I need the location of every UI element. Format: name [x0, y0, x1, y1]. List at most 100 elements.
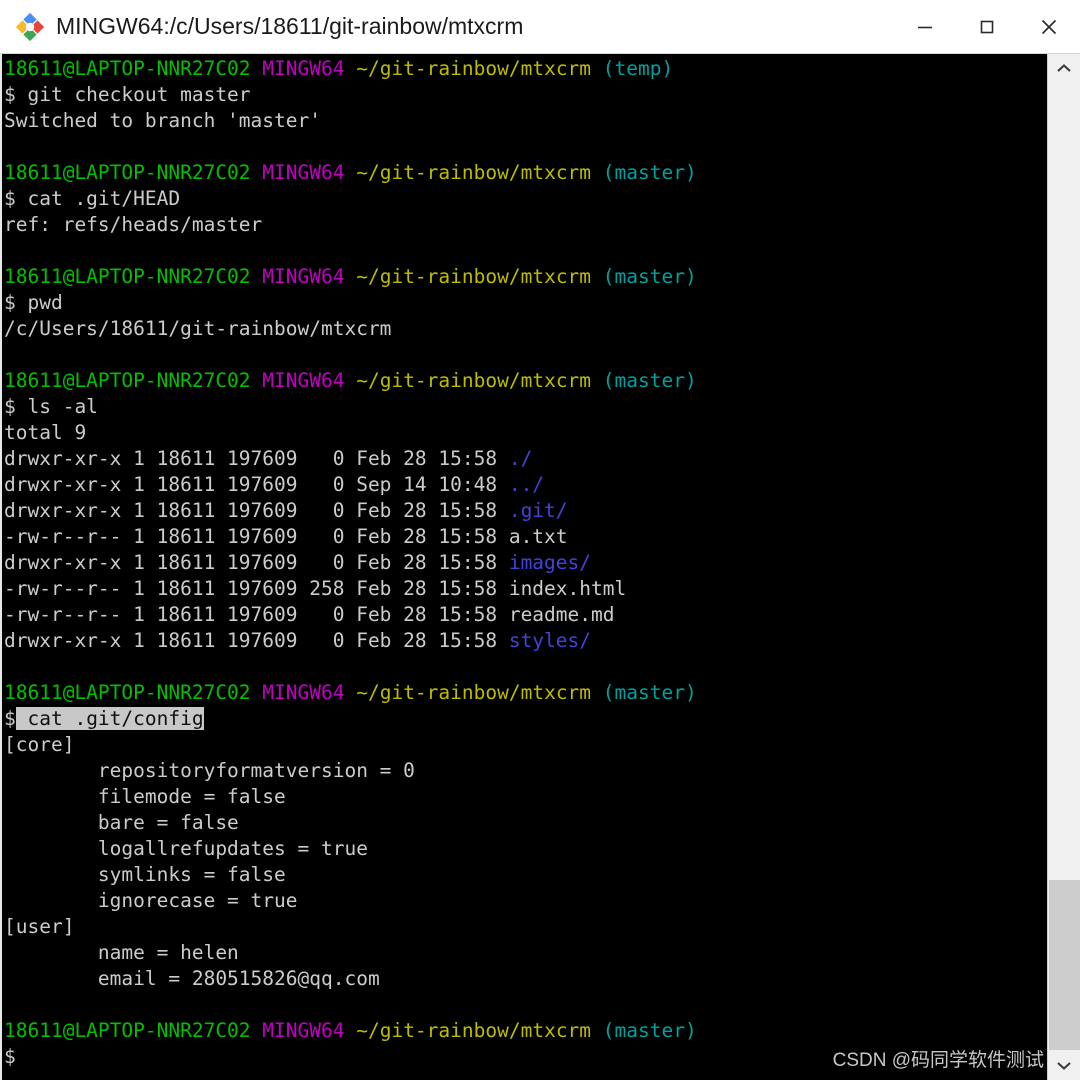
prompt-sigil: $ — [4, 707, 16, 730]
file-listing-row: -rw-r--r-- 1 18611 197609 0 Feb 28 15:58… — [4, 602, 697, 628]
terminal-output-area[interactable]: 18611@LAPTOP-NNR27C02 MINGW64 ~/git-rain… — [0, 54, 1047, 1080]
file-meta: drwxr-xr-x 1 18611 197609 0 Feb 28 15:58 — [4, 551, 509, 574]
file-name: readme.md — [508, 603, 615, 626]
command-line[interactable]: $ — [4, 1044, 697, 1070]
shell-prompt-line: 18611@LAPTOP-NNR27C02 MINGW64 ~/git-rain… — [4, 264, 697, 290]
output-line: bare = false — [4, 810, 697, 836]
prompt-branch: (master) — [602, 1019, 697, 1042]
vertical-scrollbar[interactable] — [1047, 54, 1080, 1080]
command-text: $ pwd — [4, 291, 63, 314]
command-text: $ — [4, 1045, 16, 1068]
chevron-down-icon[interactable] — [1048, 1050, 1080, 1080]
file-listing-row: drwxr-xr-x 1 18611 197609 0 Sep 14 10:48… — [4, 472, 697, 498]
output-text: [core] — [4, 733, 75, 756]
file-meta: drwxr-xr-x 1 18611 197609 0 Feb 28 15:58 — [4, 629, 509, 652]
shell-prompt-line: 18611@LAPTOP-NNR27C02 MINGW64 ~/git-rain… — [4, 368, 697, 394]
output-text: filemode = false — [4, 785, 286, 808]
selected-command-text: cat .git/config — [15, 707, 204, 730]
output-line: total 9 — [4, 420, 697, 446]
command-text: $ git checkout master — [4, 83, 251, 106]
command-line[interactable]: $ pwd — [4, 290, 697, 316]
prompt-shell: MINGW64 — [262, 161, 345, 184]
close-button[interactable] — [1018, 0, 1080, 53]
output-line: ignorecase = true — [4, 888, 697, 914]
output-line: filemode = false — [4, 784, 697, 810]
prompt-branch: (master) — [602, 265, 697, 288]
shell-prompt-line: 18611@LAPTOP-NNR27C02 MINGW64 ~/git-rain… — [4, 160, 697, 186]
output-text: ref: refs/heads/master — [4, 213, 263, 236]
file-meta: drwxr-xr-x 1 18611 197609 0 Feb 28 15:58 — [4, 499, 509, 522]
output-text: email = 280515826@qq.com — [4, 967, 380, 990]
terminal-window: MINGW64:/c/Users/18611/git-rainbow/mtxcr… — [0, 0, 1080, 1080]
prompt-user-host: 18611@LAPTOP-NNR27C02 — [4, 161, 251, 184]
file-name: index.html — [508, 577, 627, 600]
output-line: Switched to branch 'master' — [4, 108, 697, 134]
maximize-button[interactable] — [956, 0, 1018, 53]
prompt-branch: (master) — [602, 161, 697, 184]
file-meta: -rw-r--r-- 1 18611 197609 0 Feb 28 15:58 — [4, 525, 509, 548]
prompt-shell: MINGW64 — [262, 265, 345, 288]
chevron-up-icon[interactable] — [1048, 54, 1080, 84]
window-controls — [894, 0, 1080, 53]
file-meta: drwxr-xr-x 1 18611 197609 0 Sep 14 10:48 — [4, 473, 509, 496]
output-line: email = 280515826@qq.com — [4, 966, 697, 992]
command-line[interactable]: $ ls -al — [4, 394, 697, 420]
command-line[interactable]: $ cat .git/HEAD — [4, 186, 697, 212]
prompt-branch: (master) — [602, 369, 697, 392]
file-listing-row: -rw-r--r-- 1 18611 197609 0 Feb 28 15:58… — [4, 524, 697, 550]
file-name: .git/ — [508, 499, 568, 522]
file-meta: -rw-r--r-- 1 18611 197609 258 Feb 28 15:… — [4, 577, 509, 600]
file-listing-row: drwxr-xr-x 1 18611 197609 0 Feb 28 15:58… — [4, 550, 697, 576]
file-listing-row: drwxr-xr-x 1 18611 197609 0 Feb 28 15:58… — [4, 498, 697, 524]
prompt-path: ~/git-rainbow/mtxcrm — [356, 161, 592, 184]
prompt-user-host: 18611@LAPTOP-NNR27C02 — [4, 265, 251, 288]
prompt-branch: (master) — [602, 681, 697, 704]
output-text: Switched to branch 'master' — [4, 109, 321, 132]
prompt-user-host: 18611@LAPTOP-NNR27C02 — [4, 369, 251, 392]
command-text: $ cat .git/HEAD — [4, 187, 181, 210]
output-line: symlinks = false — [4, 862, 697, 888]
output-text: repositoryformatversion = 0 — [4, 759, 415, 782]
output-line: /c/Users/18611/git-rainbow/mtxcrm — [4, 316, 697, 342]
prompt-path: ~/git-rainbow/mtxcrm — [356, 1019, 592, 1042]
file-listing-row: -rw-r--r-- 1 18611 197609 258 Feb 28 15:… — [4, 576, 697, 602]
window-title: MINGW64:/c/Users/18611/git-rainbow/mtxcr… — [56, 13, 524, 39]
prompt-branch: (temp) — [602, 57, 674, 80]
prompt-path: ~/git-rainbow/mtxcrm — [356, 265, 592, 288]
file-name: images/ — [508, 551, 592, 574]
file-name: a.txt — [508, 525, 568, 548]
prompt-shell: MINGW64 — [262, 681, 345, 704]
prompt-shell: MINGW64 — [262, 1019, 345, 1042]
command-line-selected[interactable]: $ cat .git/config — [4, 706, 697, 732]
git-bash-diamond-icon — [15, 12, 45, 41]
prompt-path: ~/git-rainbow/mtxcrm — [356, 369, 592, 392]
file-name: styles/ — [508, 629, 592, 652]
title-bar-left: MINGW64:/c/Users/18611/git-rainbow/mtxcr… — [0, 12, 894, 41]
output-text: ignorecase = true — [4, 889, 298, 912]
scrollbar-thumb[interactable] — [1049, 880, 1080, 1052]
output-text: total 9 — [4, 421, 87, 444]
prompt-path: ~/git-rainbow/mtxcrm — [356, 57, 592, 80]
output-text: [user] — [4, 915, 75, 938]
output-line: ref: refs/heads/master — [4, 212, 697, 238]
output-text: /c/Users/18611/git-rainbow/mtxcrm — [4, 317, 392, 340]
file-listing-row: drwxr-xr-x 1 18611 197609 0 Feb 28 15:58… — [4, 446, 697, 472]
prompt-user-host: 18611@LAPTOP-NNR27C02 — [4, 57, 251, 80]
terminal-screen[interactable]: 18611@LAPTOP-NNR27C02 MINGW64 ~/git-rain… — [2, 56, 697, 1070]
minimize-button[interactable] — [894, 0, 956, 53]
output-text: name = helen — [4, 941, 239, 964]
title-bar[interactable]: MINGW64:/c/Users/18611/git-rainbow/mtxcr… — [0, 0, 1080, 54]
shell-prompt-line: 18611@LAPTOP-NNR27C02 MINGW64 ~/git-rain… — [4, 680, 697, 706]
prompt-user-host: 18611@LAPTOP-NNR27C02 — [4, 681, 251, 704]
command-line[interactable]: $ git checkout master — [4, 82, 697, 108]
output-text: bare = false — [4, 811, 239, 834]
output-line: [core] — [4, 732, 697, 758]
output-line: repositoryformatversion = 0 — [4, 758, 697, 784]
file-listing-row: drwxr-xr-x 1 18611 197609 0 Feb 28 15:58… — [4, 628, 697, 654]
file-name: ./ — [508, 447, 533, 470]
